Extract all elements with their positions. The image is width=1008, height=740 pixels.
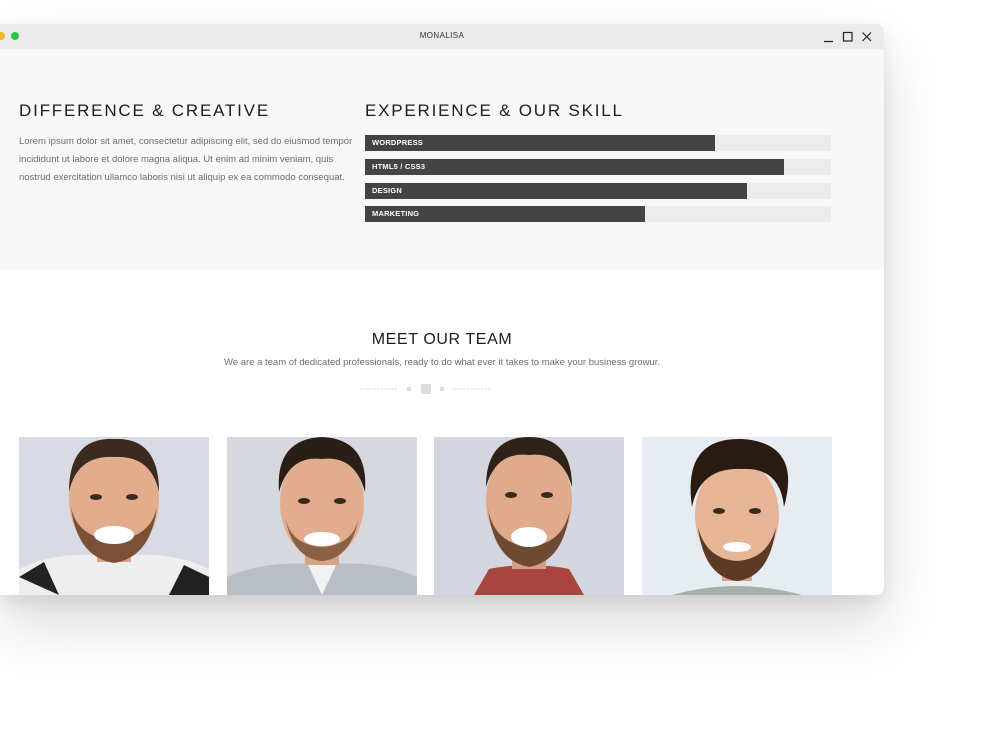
about-text: Lorem ipsum dolor sit amet, consectetur … (19, 136, 353, 183)
team-subtitle: We are a team of dedicated professionals… (224, 357, 660, 368)
maximize-icon[interactable] (842, 30, 854, 42)
skill-bar-marketing: MARKETING (365, 206, 831, 222)
browser-window: MONALISA DIFFERENCE & CREATIVE Lorem ips… (0, 24, 884, 595)
close-icon[interactable] (861, 30, 873, 42)
team-heading: MEET OUR TEAM (371, 331, 513, 348)
skill-bar-fill (365, 159, 785, 175)
skill-bar-html5-css3: HTML5 / CSS3 (365, 159, 831, 175)
team-section: MEET OUR TEAM We are a team of dedicated… (0, 269, 884, 595)
skill-bar-design: DESIGN (365, 183, 831, 199)
team-member-photo-3[interactable] (434, 437, 624, 595)
team-member-photo-4[interactable] (642, 437, 832, 595)
skill-label: HTML5 / CSS3 (372, 162, 426, 171)
skill-bar-fill (365, 183, 748, 199)
minimize-icon[interactable] (823, 30, 835, 43)
skill-label: DESIGN (372, 186, 402, 195)
team-member-photo-2[interactable] (227, 437, 417, 595)
team-member-photo-1[interactable] (19, 437, 209, 595)
about-heading: DIFFERENCE & CREATIVE (19, 101, 270, 120)
window-title: MONALISA (419, 31, 465, 40)
skill-label: MARKETING (372, 209, 420, 218)
skill-bar-wordpress: WORDPRESS (365, 135, 831, 151)
about-section: DIFFERENCE & CREATIVE Lorem ipsum dolor … (0, 49, 884, 269)
section-divider-ornament (360, 384, 492, 394)
skills-heading: EXPERIENCE & OUR SKILL (365, 101, 624, 120)
skill-label: WORDPRESS (372, 138, 423, 147)
title-bar: MONALISA (0, 24, 884, 50)
